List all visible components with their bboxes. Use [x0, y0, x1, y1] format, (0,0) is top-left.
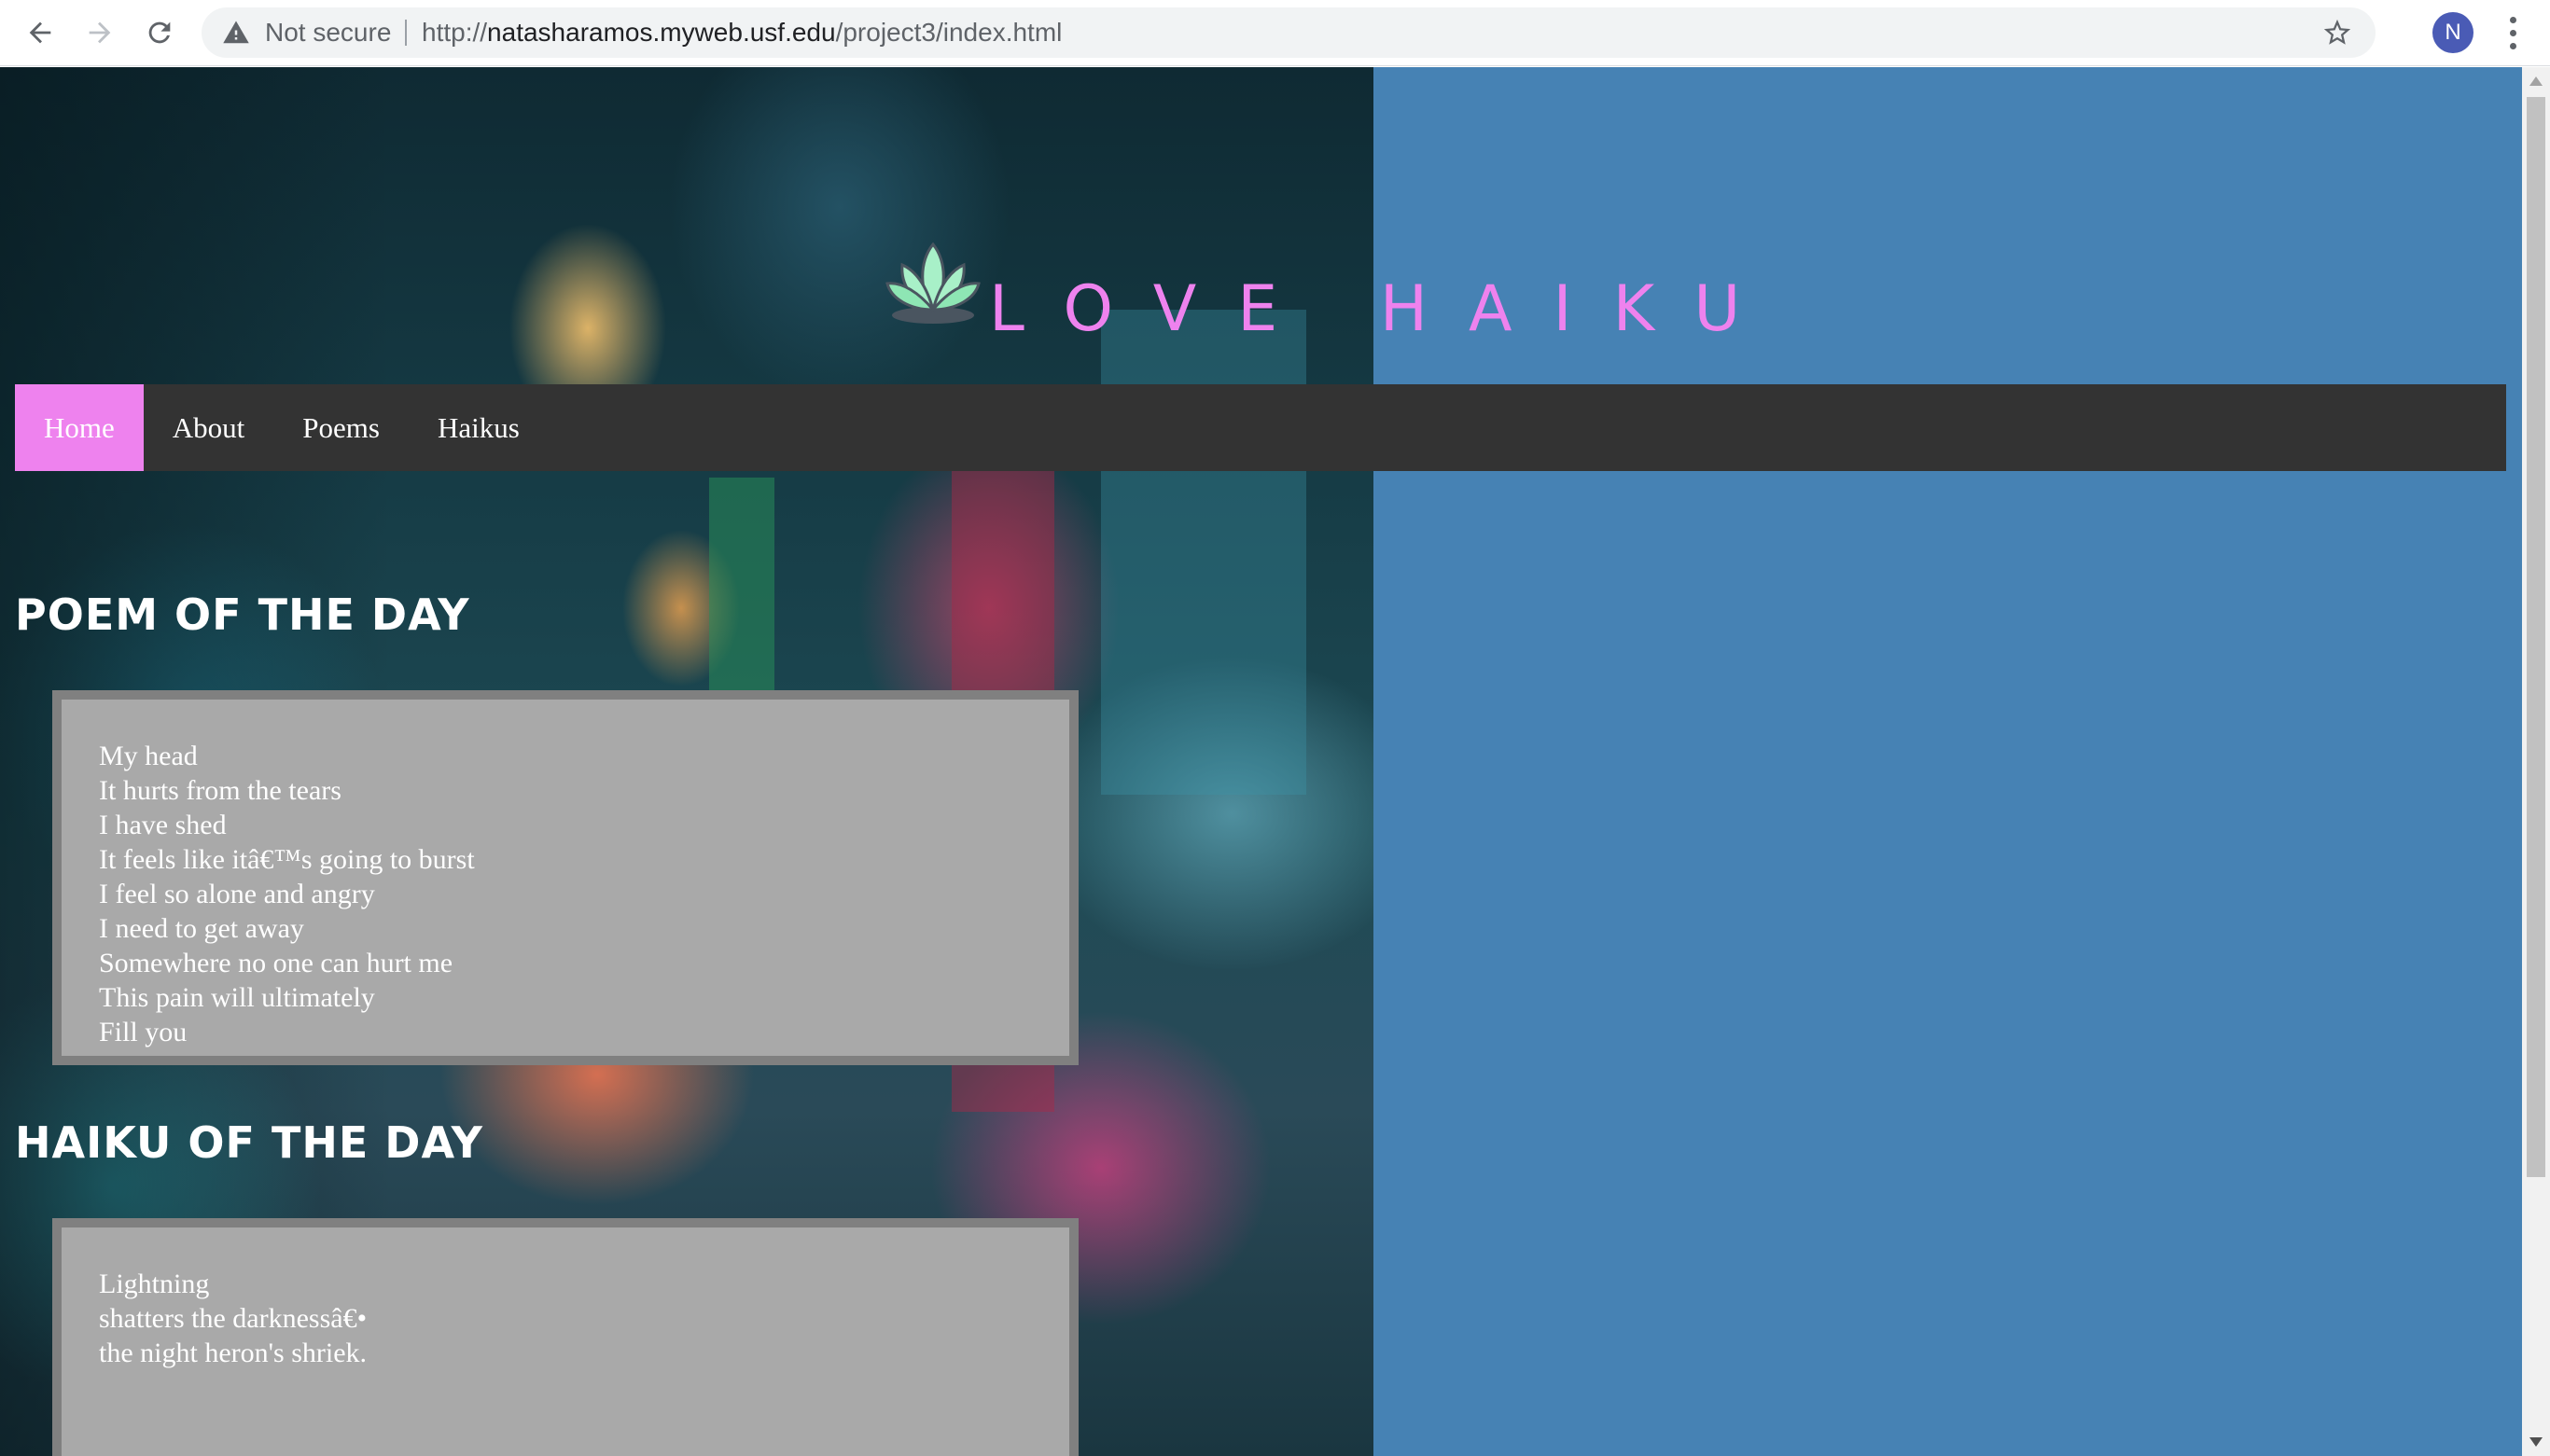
nav-poems[interactable]: Poems: [273, 384, 409, 471]
url-path: /project3/index.html: [835, 18, 1063, 47]
poem-line: Fill you: [99, 1017, 188, 1047]
haiku-heading: HAIKU OF THE DAY: [15, 1117, 483, 1168]
poem-line: It feels like itâ€™s going to burst: [99, 844, 475, 875]
url-host: natasharamos.myweb.usf.edu: [487, 18, 836, 47]
arrow-right-icon: [89, 21, 111, 44]
nav-home[interactable]: Home: [15, 384, 144, 471]
menu-dot: [2509, 42, 2516, 49]
main-nav: Home About Poems Haikus: [15, 384, 2506, 471]
haiku-box: Lightning shatters the darknessâ€• the n…: [52, 1218, 1079, 1456]
back-button[interactable]: [19, 11, 62, 54]
menu-dot: [2509, 29, 2516, 36]
site-header: LOVE HAIKU: [0, 67, 2522, 384]
menu-dot: [2509, 16, 2516, 23]
haiku-line: shatters the darknessâ€•: [99, 1303, 368, 1334]
url-text[interactable]: http://natasharamos.myweb.usf.edu/projec…: [422, 7, 1062, 58]
warning-icon: [223, 21, 249, 44]
profile-avatar[interactable]: N: [2432, 12, 2473, 53]
arrow-left-icon: [29, 21, 51, 44]
poem-line: My head: [99, 741, 198, 771]
haiku-line: Lightning: [99, 1269, 210, 1299]
poem-line: I need to get away: [99, 913, 304, 944]
poem-box: My head It hurts from the tears I have s…: [52, 690, 1079, 1065]
page-viewport: LOVE HAIKU Home About Poems Haikus POEM …: [0, 67, 2522, 1456]
security-label[interactable]: Not secure: [265, 7, 391, 58]
haiku-line: the night heron's shriek.: [99, 1338, 368, 1368]
poem-line: I have shed: [99, 810, 227, 840]
poem-line: I feel so alone and angry: [99, 879, 375, 909]
browser-menu-icon[interactable]: [2499, 13, 2527, 52]
reload-icon: [148, 21, 171, 44]
bookmark-star-icon[interactable]: [2321, 17, 2353, 49]
nav-haikus[interactable]: Haikus: [409, 384, 549, 471]
browser-toolbar: Not secure http://natasharamos.myweb.usf…: [0, 0, 2550, 66]
address-bar[interactable]: Not secure http://natasharamos.myweb.usf…: [202, 7, 2376, 58]
page-scrollbar[interactable]: [2522, 67, 2550, 1456]
lotus-logo-icon: [885, 242, 981, 324]
url-prefix: http://: [422, 18, 488, 47]
forward-button[interactable]: [78, 11, 121, 54]
poem-line: Somewhere no one can hurt me: [99, 948, 453, 978]
poem-line: It hurts from the tears: [99, 775, 341, 806]
scroll-up-icon[interactable]: [2522, 67, 2550, 95]
scroll-down-icon[interactable]: [2522, 1428, 2550, 1456]
reload-button[interactable]: [138, 11, 181, 54]
poem-line: This pain will ultimately: [99, 982, 375, 1013]
nav-about[interactable]: About: [144, 384, 274, 471]
scrollbar-thumb[interactable]: [2527, 97, 2545, 1177]
photo-sign: [709, 478, 774, 720]
poem-heading: POEM OF THE DAY: [15, 589, 470, 640]
divider: [405, 20, 407, 46]
site-title: LOVE HAIKU: [989, 272, 1782, 346]
